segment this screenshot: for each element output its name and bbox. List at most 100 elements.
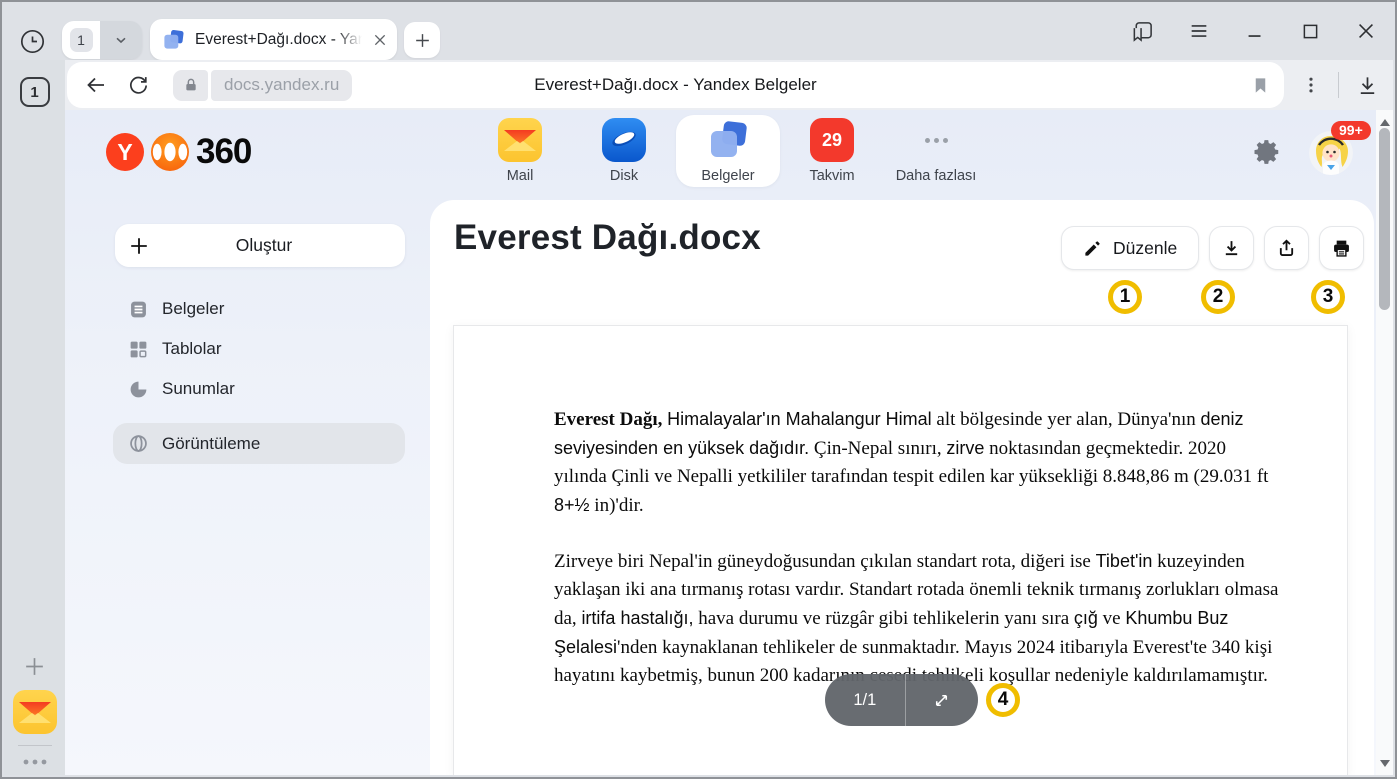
maximize-button[interactable] — [1300, 21, 1321, 42]
browser-side-strip: 1 — [4, 60, 65, 775]
settings-gear-icon[interactable] — [1249, 134, 1285, 170]
disk-icon — [602, 118, 646, 162]
toolbar-menu-dots-icon[interactable] — [1301, 75, 1321, 95]
avatar[interactable]: 99+ — [1309, 131, 1353, 175]
close-window-button[interactable] — [1355, 20, 1377, 42]
app-takvim[interactable]: 29 Takvim — [780, 115, 884, 187]
plus-icon — [413, 31, 432, 50]
annotation-badge-2: 2 — [1201, 280, 1235, 314]
scrollbar-thumb[interactable] — [1379, 128, 1390, 310]
yandex-docs-icon — [162, 28, 185, 51]
tabs-count-button[interactable]: 1 — [20, 77, 50, 107]
page-scrollbar[interactable] — [1376, 110, 1393, 775]
app-disk[interactable]: Disk — [572, 115, 676, 187]
sidebar-more-icon[interactable] — [22, 757, 48, 767]
sidebar-item-belgeler[interactable]: Belgeler — [113, 289, 405, 329]
mail-icon — [498, 118, 542, 162]
app-more[interactable]: Daha fazlası — [884, 115, 988, 187]
active-tab[interactable]: Everest+Dağı.docx - Yan — [150, 19, 397, 60]
tab-group-chip[interactable]: 1 — [62, 21, 142, 59]
expand-icon — [932, 691, 951, 710]
edit-button[interactable]: Düzenle — [1061, 226, 1199, 270]
divider — [1338, 72, 1339, 98]
text-segment: Everest Dağı, — [554, 409, 662, 430]
url-display[interactable]: docs.yandex.ru — [211, 70, 352, 101]
tab-group-count: 1 — [70, 28, 93, 52]
history-clock-icon[interactable] — [18, 27, 46, 55]
address-bar[interactable]: docs.yandex.ru Everest+Dağı.docx - Yande… — [67, 62, 1284, 108]
refresh-button[interactable] — [117, 66, 159, 104]
text-segment: Zirveye biri Nepal'in güneydoğusundan çı… — [554, 551, 1096, 572]
yandex-mail-icon[interactable] — [13, 690, 57, 734]
fullscreen-button[interactable] — [906, 674, 978, 726]
sidebar-add-icon[interactable] — [22, 654, 47, 679]
text-segment: Çin-Nepal sınırı, — [809, 438, 946, 459]
app-belgeler[interactable]: Belgeler — [676, 115, 780, 187]
text-segment: alt bölgesinde yer alan, Dünya'nın — [932, 409, 1201, 430]
sidebar-item-goruntuleme[interactable]: Görüntüleme — [113, 423, 405, 464]
document-actions: Düzenle — [1061, 226, 1364, 270]
text-segment: hava durumu ve rüzgâr gibi tehlikelerin … — [694, 608, 1074, 629]
address-toolbar: docs.yandex.ru Everest+Dağı.docx - Yande… — [65, 60, 1393, 110]
bookmarks-panel-icon[interactable] — [1131, 20, 1154, 43]
pie-chart-icon — [128, 379, 149, 400]
text-segment: Tibet'in — [1096, 551, 1153, 571]
back-button[interactable] — [75, 66, 117, 104]
share-button[interactable] — [1264, 226, 1309, 270]
minimize-button[interactable] — [1244, 20, 1266, 42]
page-indicator: 1/1 — [825, 674, 978, 726]
text-segment: zirve — [946, 438, 984, 458]
more-icon — [914, 118, 958, 162]
y360-o-icon — [151, 133, 189, 171]
calendar-icon: 29 — [810, 118, 854, 162]
tab-strip: 1 Everest+Dağı.docx - Yan — [2, 2, 1395, 60]
tab-title: Everest+Dağı.docx - Yan — [195, 31, 362, 49]
downloads-icon[interactable] — [1356, 74, 1379, 97]
browser-window: 1 Everest+Dağı.docx - Yan — [0, 0, 1397, 779]
globe-icon — [128, 433, 149, 454]
annotation-badge-1: 1 — [1108, 280, 1142, 314]
site-security-lock-icon[interactable] — [173, 70, 208, 101]
docs-sidebar: Belgeler Tablolar Sunumlar Görüntüleme — [113, 289, 405, 464]
document-icon — [128, 299, 149, 320]
yandex-logo-icon: Y — [106, 133, 144, 171]
print-button[interactable] — [1319, 226, 1364, 270]
pencil-icon — [1083, 239, 1102, 258]
browser-menu-icon[interactable] — [1188, 20, 1210, 42]
page-title: Everest+Dağı.docx - Yandex Belgeler — [534, 75, 816, 95]
notification-badge: 99+ — [1331, 121, 1371, 140]
tab-group-expand[interactable] — [100, 21, 142, 59]
divider — [18, 745, 52, 746]
page-count: 1/1 — [825, 674, 905, 726]
content-card: Everest Dağı.docx Düzenle — [430, 200, 1374, 775]
table-grid-icon — [128, 339, 149, 360]
sidebar-item-sunumlar[interactable]: Sunumlar — [113, 369, 405, 409]
annotation-badge-4: 4 — [986, 683, 1020, 717]
document-text: Everest Dağı, Himalayalar'ın Mahalangur … — [454, 326, 1347, 690]
paragraph: Zirveye biri Nepal'in güneydoğusundan çı… — [554, 547, 1283, 690]
new-tab-button[interactable] — [404, 22, 440, 58]
paragraph: Everest Dağı, Himalayalar'ın Mahalangur … — [554, 405, 1283, 520]
print-icon — [1331, 238, 1352, 259]
logo-360-text: 360 — [196, 132, 251, 172]
scroll-down-arrow[interactable] — [1376, 755, 1393, 771]
tab-close-icon[interactable] — [372, 32, 388, 48]
app-mail[interactable]: Mail — [468, 115, 572, 187]
docs-page: Y 360 — [65, 110, 1393, 775]
bookmark-icon[interactable] — [1251, 76, 1270, 95]
text-segment: çığ — [1074, 608, 1098, 628]
sidebar-item-tablolar[interactable]: Tablolar — [113, 329, 405, 369]
text-segment: 8+½ — [554, 495, 590, 515]
apps-nav: Mail Disk — [468, 115, 988, 187]
text-segment: in)'dir. — [590, 495, 644, 516]
chevron-down-icon — [113, 32, 129, 48]
document-title: Everest Dağı.docx — [454, 218, 761, 258]
y360-logo[interactable]: Y 360 — [106, 132, 251, 172]
download-button[interactable] — [1209, 226, 1254, 270]
text-segment: ve — [1098, 608, 1125, 629]
plus-icon — [115, 235, 163, 257]
create-button[interactable]: Oluştur — [115, 224, 405, 267]
text-segment: irtifa hastalığı, — [581, 608, 693, 628]
docs-icon — [706, 118, 750, 162]
download-icon — [1221, 238, 1242, 259]
